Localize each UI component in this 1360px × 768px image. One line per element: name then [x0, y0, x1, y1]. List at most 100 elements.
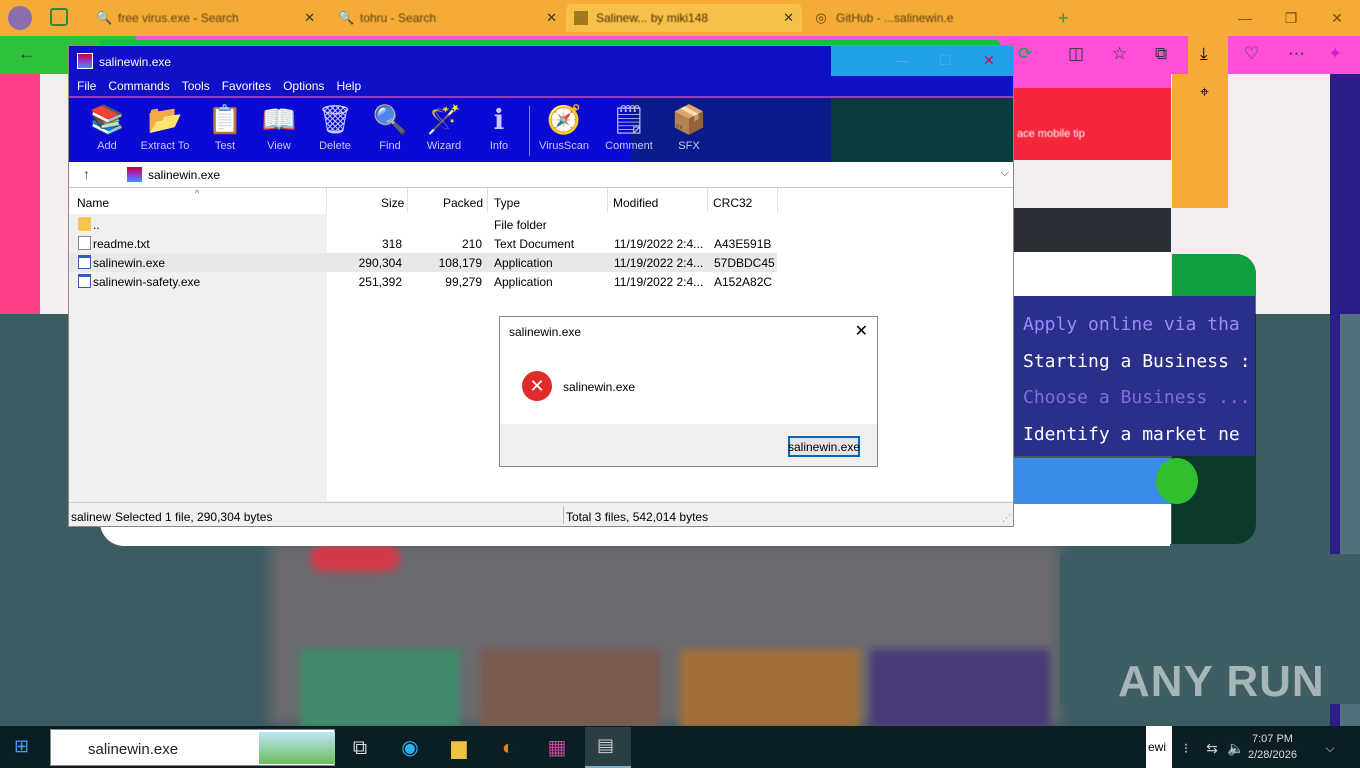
menu-options[interactable]: Options [283, 79, 324, 93]
column-crc32[interactable]: CRC32 [713, 196, 752, 210]
column-packed[interactable]: Packed [443, 196, 483, 210]
download-icon: ⤓ [1200, 44, 1208, 63]
view-label: View [267, 140, 291, 152]
file-explorer-icon[interactable]: ▆ [445, 734, 473, 762]
clock-time: 7:07 PM [1251, 733, 1293, 745]
tray-chevron-icon[interactable]: ⁝ [1172, 734, 1200, 762]
page-line-4: Identify a market ne [1023, 424, 1240, 445]
info-button[interactable]: ℹ Info [471, 102, 527, 152]
extract-to-button[interactable]: 📂 Extract To [137, 102, 193, 152]
chevron-down-icon[interactable]: ⌵ [1001, 167, 1009, 180]
refresh-icon[interactable]: ⟳ [1018, 44, 1032, 64]
new-tab-icon[interactable]: + [1058, 8, 1069, 29]
notification-icon[interactable]: ⌵ [1316, 734, 1344, 762]
table-row-selected[interactable]: salinewin.exe 290,304 108,179 Applicatio… [69, 253, 777, 272]
table-row[interactable]: .. File folder [69, 215, 1013, 234]
more-icon[interactable]: ⋯ [1288, 44, 1305, 64]
dialog-message: salinewin.exe [563, 380, 636, 394]
menu-tools[interactable]: Tools [182, 79, 210, 93]
close-icon[interactable]: ✕ [855, 321, 868, 341]
minimize-icon[interactable]: — [895, 52, 909, 68]
sfx-button[interactable]: 📦 SFX [661, 102, 717, 152]
up-arrow-icon[interactable]: ↑ [83, 166, 90, 182]
status-total: Total 3 files, 542,014 bytes [566, 510, 709, 524]
close-window-icon[interactable]: ✕ [1314, 0, 1360, 36]
close-icon[interactable]: ✕ [983, 52, 995, 69]
column-type[interactable]: Type [494, 196, 520, 210]
winrar-address-bar: ↑ salinewin.exe ⌵ [69, 162, 1013, 188]
browser-essentials-icon[interactable]: ♡ [1244, 44, 1259, 64]
task-view-icon[interactable]: ⧉ [346, 734, 374, 762]
maximize-icon[interactable]: ❐ [1268, 0, 1314, 36]
search-icon: 🔍 [96, 10, 113, 25]
winrar-toolbar: 📚 Add 📂 Extract To 📋 Test 📖 View 🗑 Delete 🔍 Fi… [69, 96, 1013, 164]
view-button[interactable]: 📖 View [251, 102, 307, 152]
close-icon[interactable]: ✕ [304, 10, 315, 26]
dialog-ok-button[interactable]: salinewin.exe [788, 436, 860, 457]
tab-label: Salinew... by miki148 [596, 11, 709, 25]
page-line-3: Choose a Business ... [1023, 387, 1251, 408]
file-packed: 108,179 [438, 256, 482, 270]
add-button[interactable]: 📚 Add [79, 102, 135, 152]
tab-github[interactable]: ◎ GitHub - ...salinewin.e [806, 4, 1042, 32]
tab-search-2[interactable]: 🔍 tohru - Search ✕ [330, 4, 565, 32]
minimize-icon[interactable]: — [1222, 0, 1268, 36]
sort-arrow-icon: ^ [195, 188, 200, 198]
text-file-icon [78, 236, 91, 250]
start-icon[interactable]: ⊞ [14, 736, 34, 756]
volume-icon[interactable]: 🔈 [1222, 734, 1250, 762]
tab-salinewin[interactable]: Salinew... by miki148 ✕ [566, 4, 802, 32]
table-row[interactable]: salinewin-safety.exe 251,392 99,279 Appl… [69, 272, 1013, 291]
collections-icon[interactable]: ⧉ [1155, 44, 1167, 64]
downloads-button[interactable]: ⤓ [1188, 36, 1228, 74]
split-screen-icon[interactable]: ◫ [1068, 44, 1084, 64]
active-app-taskbar-item[interactable]: ▤ [585, 727, 631, 768]
taskbar-search-box[interactable]: salinewin.exe [50, 729, 335, 766]
column-modified[interactable]: Modified [613, 196, 658, 210]
back-icon[interactable]: ← [18, 44, 35, 64]
test-button[interactable]: 📋 Test [197, 102, 253, 152]
edge-icon[interactable]: ◉ [396, 734, 424, 762]
comment-button[interactable]: 🗒 Comment [601, 102, 657, 152]
tray-overlay: ewi [1146, 726, 1172, 768]
profile-avatar[interactable] [8, 6, 32, 30]
copilot-icon[interactable]: ✦ [1328, 44, 1342, 64]
file-modified: 11/19/2022 2:4... [614, 256, 704, 270]
firefox-icon[interactable]: ◐ [494, 734, 522, 762]
resize-grip-icon[interactable]: ⋰ [1002, 513, 1011, 524]
workspaces-icon[interactable] [50, 8, 68, 26]
info-icon: ℹ [493, 104, 505, 135]
menu-commands[interactable]: Commands [108, 79, 169, 93]
winrar-taskbar-icon[interactable]: ▦ [543, 734, 571, 762]
favorites-icon[interactable]: ☆ [1112, 44, 1127, 64]
tab-search-1[interactable]: 🔍 free virus.exe - Search ✕ [88, 4, 323, 32]
menu-favorites[interactable]: Favorites [222, 79, 271, 93]
find-button[interactable]: 🔍 Find [362, 102, 418, 152]
pin-icon[interactable]: ⌖ [1200, 84, 1220, 104]
taskbar-clock[interactable]: 7:07 PM 2/28/2026 [1248, 731, 1297, 763]
page-circle-shape [1156, 458, 1198, 504]
table-row[interactable]: readme.txt 318 210 Text Document 11/19/2… [69, 234, 1013, 253]
info-label: Info [489, 140, 509, 152]
close-icon[interactable]: ✕ [546, 10, 557, 26]
winrar-app-icon [77, 53, 93, 69]
status-selected: Selected 1 file, 290,304 bytes [115, 510, 273, 524]
page-button[interactable] [1013, 458, 1171, 504]
file-modified: 11/19/2022 2:4... [614, 237, 704, 251]
dialog-title: salinewin.exe [509, 325, 582, 339]
virusscan-button[interactable]: 🧭 VirusScan [536, 102, 592, 152]
close-icon[interactable]: ✕ [783, 10, 794, 26]
menu-help[interactable]: Help [336, 79, 361, 93]
test-icon: 📋 [207, 104, 243, 135]
wizard-button[interactable]: 🪄 Wizard [416, 102, 472, 152]
column-name[interactable]: Name [77, 196, 109, 210]
add-icon: 📚 [89, 104, 125, 135]
menu-file[interactable]: File [77, 79, 96, 93]
tab-label: GitHub - ...salinewin.e [836, 11, 954, 25]
column-size[interactable]: Size [381, 196, 404, 210]
archive-path[interactable]: salinewin.exe [148, 168, 220, 182]
wizard-label: Wizard [426, 140, 462, 152]
extract-label: Extract To [140, 140, 190, 152]
maximize-icon[interactable]: ☐ [939, 52, 952, 69]
delete-button[interactable]: 🗑 Delete [307, 102, 363, 152]
